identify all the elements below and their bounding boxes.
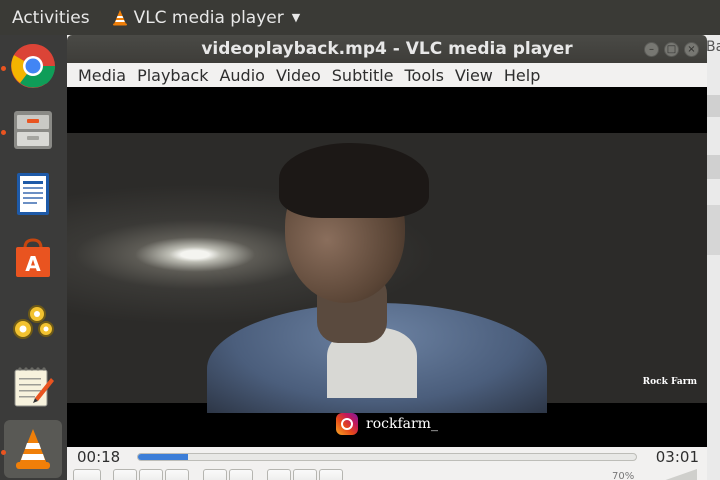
shuffle-button[interactable] <box>319 469 343 480</box>
menu-video[interactable]: Video <box>276 66 321 85</box>
maximize-icon: □ <box>666 43 677 55</box>
seek-row: 00:18 03:01 <box>67 447 707 469</box>
instagram-icon <box>336 413 359 435</box>
extended-settings-button[interactable] <box>229 469 253 480</box>
app-menu[interactable]: VLC media player ▼ <box>112 7 301 28</box>
next-button[interactable] <box>165 469 189 480</box>
seek-progress <box>138 454 188 460</box>
menu-subtitle[interactable]: Subtitle <box>332 66 394 85</box>
document-icon <box>17 173 49 215</box>
vlc-window: videoplayback.mp4 - VLC media player – □… <box>67 35 707 480</box>
svg-text:A: A <box>25 252 41 276</box>
dock-item-files[interactable] <box>4 101 62 159</box>
menu-audio[interactable]: Audio <box>219 66 264 85</box>
shopping-bag-icon: A <box>16 238 50 277</box>
background-window-title: Ba <box>706 39 720 55</box>
running-indicator <box>1 450 6 455</box>
background-window-panel <box>706 95 720 117</box>
video-frame <box>67 133 707 413</box>
video-watermark: Rock Farm <box>642 377 697 387</box>
window-title: videoplayback.mp4 - VLC media player <box>201 39 573 59</box>
background-window-panel <box>706 205 720 255</box>
chevron-down-icon: ▼ <box>291 11 301 24</box>
control-buttons: 70% <box>67 469 707 480</box>
dock-item-software[interactable]: A <box>4 229 62 287</box>
minimize-button[interactable]: – <box>644 42 659 57</box>
minimize-icon: – <box>649 43 654 55</box>
file-cabinet-icon <box>14 111 52 149</box>
seek-slider[interactable] <box>137 453 637 461</box>
instagram-handle: rockfarm_ <box>366 416 438 432</box>
window-titlebar[interactable]: videoplayback.mp4 - VLC media player – □… <box>67 35 707 63</box>
settings-gears-icon <box>13 305 54 339</box>
maximize-button[interactable]: □ <box>664 42 679 57</box>
elapsed-time[interactable]: 00:18 <box>77 448 120 466</box>
menu-help[interactable]: Help <box>504 66 540 85</box>
vlc-cone-icon <box>16 429 50 469</box>
chrome-icon <box>11 44 56 88</box>
menu-tools[interactable]: Tools <box>405 66 444 85</box>
menu-view[interactable]: View <box>455 66 493 85</box>
playlist-button[interactable] <box>267 469 291 480</box>
activities-button[interactable]: Activities <box>12 8 90 28</box>
dock-item-text-editor[interactable] <box>4 357 62 415</box>
menu-bar: Media Playback Audio Video Subtitle Tool… <box>67 63 707 87</box>
figure-hair <box>279 143 429 218</box>
pause-button[interactable] <box>73 469 101 480</box>
total-time[interactable]: 03:01 <box>656 448 699 466</box>
top-bar: Activities VLC media player ▼ <box>0 0 720 35</box>
dock-item-settings[interactable] <box>4 293 62 351</box>
menu-media[interactable]: Media <box>78 66 126 85</box>
fullscreen-button[interactable] <box>203 469 227 480</box>
close-button[interactable]: × <box>684 42 699 57</box>
background-window[interactable]: Ba <box>706 35 720 480</box>
loop-button[interactable] <box>293 469 317 480</box>
previous-button[interactable] <box>113 469 137 480</box>
volume-slider[interactable] <box>657 469 697 480</box>
dock: A <box>0 35 67 480</box>
dock-item-writer[interactable] <box>4 165 62 223</box>
vlc-cone-icon <box>112 10 127 26</box>
app-name: VLC media player <box>133 7 284 28</box>
notepad-icon <box>14 367 54 407</box>
menu-playback[interactable]: Playback <box>137 66 208 85</box>
dock-item-chrome[interactable] <box>4 37 62 95</box>
close-icon: × <box>687 43 696 55</box>
running-indicator <box>1 66 6 71</box>
running-indicator <box>1 130 6 135</box>
video-display[interactable]: Rock Farm rockfarm_ <box>67 87 707 447</box>
stop-button[interactable] <box>139 469 163 480</box>
volume-level: 70% <box>612 471 635 480</box>
dock-item-vlc[interactable] <box>4 420 62 478</box>
instagram-credit: rockfarm_ <box>67 409 707 439</box>
background-window-panel <box>706 155 720 179</box>
